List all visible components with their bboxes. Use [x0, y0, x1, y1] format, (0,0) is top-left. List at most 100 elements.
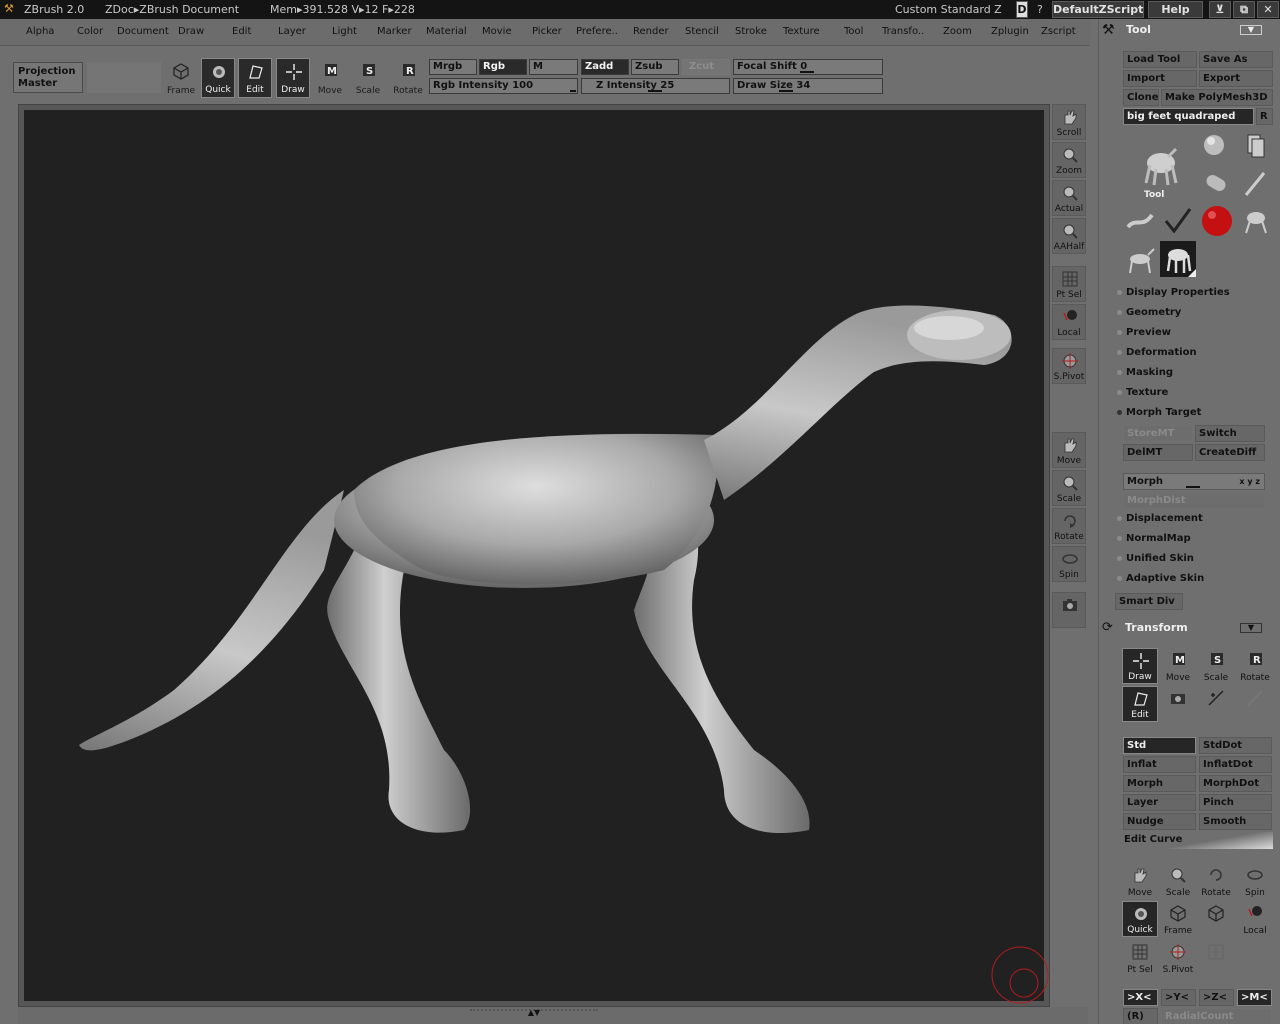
z-intensity-handle[interactable]	[648, 90, 662, 92]
symmetry-z-button[interactable]: >Z<	[1199, 989, 1234, 1006]
layers-tool-icon[interactable]	[1238, 129, 1274, 165]
quick-button[interactable]: Quick	[201, 58, 235, 98]
symmetry-m-button[interactable]: >M<	[1237, 989, 1272, 1006]
help-question[interactable]: ?	[1037, 3, 1043, 16]
panel-scale-button[interactable]: Scale	[1160, 863, 1196, 899]
menu-alpha[interactable]: Alpha	[26, 26, 54, 37]
panel-spin-button[interactable]: Spin	[1237, 863, 1273, 899]
panel-disabled-grid-button[interactable]	[1198, 940, 1234, 976]
storemt-button[interactable]: StoreMT	[1123, 425, 1193, 442]
symmetry-y-button[interactable]: >Y<	[1161, 989, 1196, 1006]
scroll-button[interactable]: Scroll	[1052, 104, 1086, 140]
display-properties-section[interactable]: Display Properties	[1117, 287, 1230, 298]
adaptive-skin-section[interactable]: Adaptive Skin	[1117, 573, 1204, 584]
displacement-section[interactable]: Displacement	[1117, 513, 1203, 524]
edit-curve-button[interactable]: Edit Curve	[1123, 832, 1273, 849]
projection-master-button[interactable]: Projection Master	[13, 62, 83, 93]
brush-layer[interactable]: Layer	[1123, 794, 1196, 811]
brush-nudge[interactable]: Nudge	[1123, 813, 1196, 830]
quadruped-small-tool-icon[interactable]	[1122, 243, 1158, 279]
zcut-button[interactable]: Zcut	[682, 59, 730, 75]
make-polymesh-button[interactable]: Make PolyMesh3D	[1161, 89, 1273, 106]
transform-disabled-button[interactable]	[1237, 686, 1273, 722]
symmetry-x-button[interactable]: >X<	[1123, 989, 1158, 1006]
tray-toggle-icon[interactable]: ▲▼	[470, 1009, 598, 1017]
panel-rotate-button[interactable]: Rotate	[1198, 863, 1234, 899]
geometry-section[interactable]: Geometry	[1117, 307, 1181, 318]
menu-preferences[interactable]: Prefere..	[576, 26, 618, 37]
restore-icon[interactable]: ⧉	[1233, 1, 1255, 18]
radialcount-slider[interactable]: RadialCount	[1161, 1008, 1272, 1024]
delmt-button[interactable]: DelMT	[1123, 444, 1193, 461]
menu-render[interactable]: Render	[633, 26, 669, 37]
rgb-intensity-handle[interactable]	[570, 90, 576, 92]
rotate-view-button[interactable]: Rotate	[1052, 508, 1086, 544]
normalmap-section[interactable]: NormalMap	[1117, 533, 1191, 544]
rgb-button[interactable]: Rgb	[479, 59, 527, 75]
brush-pinch[interactable]: Pinch	[1199, 794, 1272, 811]
scale-view-button[interactable]: Scale	[1052, 470, 1086, 506]
move-view-button[interactable]: Move	[1052, 432, 1086, 468]
menu-picker[interactable]: Picker	[532, 26, 562, 37]
masking-section[interactable]: Masking	[1117, 367, 1173, 378]
zadd-button[interactable]: Zadd	[581, 59, 629, 75]
menu-movie[interactable]: Movie	[482, 26, 512, 37]
current-tool-thumbnail[interactable]	[1140, 145, 1182, 189]
texture-section[interactable]: Texture	[1117, 387, 1168, 398]
checkmark-tool-icon[interactable]	[1160, 203, 1196, 239]
menu-document[interactable]: Document	[117, 26, 169, 37]
panel-spivot-button[interactable]: S.Pivot	[1160, 940, 1196, 976]
palette-dropdown-icon[interactable]: ▼	[1240, 25, 1262, 35]
panel-local-button[interactable]: Local	[1237, 901, 1273, 937]
scale-button[interactable]: S Scale	[351, 58, 385, 98]
menu-zoom[interactable]: Zoom	[943, 26, 972, 37]
edit-button[interactable]: Edit	[238, 58, 272, 98]
menu-color[interactable]: Color	[77, 26, 103, 37]
creature-tool-icon[interactable]	[1238, 203, 1274, 239]
morph-slider-handle[interactable]	[1186, 486, 1200, 488]
smart-div-button[interactable]: Smart Div	[1115, 593, 1183, 610]
sphere-tool-icon[interactable]	[1198, 129, 1234, 165]
menu-layer[interactable]: Layer	[278, 26, 306, 37]
menu-zplugin[interactable]: Zplugin	[991, 26, 1029, 37]
load-tool-button[interactable]: Load Tool	[1123, 51, 1197, 68]
menu-light[interactable]: Light	[332, 26, 357, 37]
transform-snapshot-button[interactable]	[1160, 686, 1196, 722]
clone-button[interactable]: Clone	[1123, 89, 1159, 106]
morph-target-section[interactable]: Morph Target	[1117, 407, 1201, 418]
import-button[interactable]: Import	[1123, 70, 1197, 87]
panel-move-button[interactable]: Move	[1122, 863, 1158, 899]
tool-name-field[interactable]: big feet quadraped	[1123, 108, 1254, 125]
brush-smooth[interactable]: Smooth	[1199, 813, 1272, 830]
brush-stddot[interactable]: StdDot	[1199, 737, 1272, 754]
brush-inflatdot[interactable]: InflatDot	[1199, 756, 1272, 773]
brush-inflat[interactable]: Inflat	[1123, 756, 1196, 773]
transform-move-button[interactable]: M Move	[1160, 648, 1196, 684]
move-button[interactable]: M Move	[313, 58, 347, 98]
default-zscript-button[interactable]: DefaultZScript	[1052, 1, 1144, 18]
zsub-button[interactable]: Zsub	[631, 59, 679, 75]
transform-scale-button[interactable]: S Scale	[1198, 648, 1234, 684]
cylinder-tool-icon[interactable]	[1198, 165, 1234, 201]
transform-dropdown-icon[interactable]: ▼	[1240, 623, 1262, 633]
quadruped-selected-tool-icon[interactable]	[1160, 241, 1196, 277]
preview-section[interactable]: Preview	[1117, 327, 1171, 338]
minimize-icon[interactable]: ⊻	[1209, 1, 1231, 18]
menu-zscript[interactable]: Zscript	[1041, 26, 1076, 37]
r-button[interactable]: R	[1256, 108, 1273, 125]
spin-button[interactable]: Spin	[1052, 546, 1086, 582]
panel-ptsel-button[interactable]: Pt Sel	[1122, 940, 1158, 976]
save-as-button[interactable]: Save As	[1199, 51, 1273, 68]
draw-button[interactable]: Draw	[276, 58, 310, 98]
pt-sel-button[interactable]: Pt Sel	[1052, 266, 1086, 302]
brush-morphdot[interactable]: MorphDot	[1199, 775, 1272, 792]
rotate-button[interactable]: R Rotate	[391, 58, 425, 98]
switch-button[interactable]: Switch	[1195, 425, 1265, 442]
transform-draw-button[interactable]: Draw	[1122, 648, 1158, 684]
menu-marker[interactable]: Marker	[377, 26, 412, 37]
help-button[interactable]: Help	[1148, 1, 1203, 18]
aahalf-button[interactable]: AAHalf	[1052, 218, 1086, 254]
close-icon[interactable]: ✕	[1257, 1, 1279, 18]
rgb-intensity-slider[interactable]: Rgb Intensity 100	[429, 78, 578, 94]
menu-draw[interactable]: Draw	[178, 26, 204, 37]
